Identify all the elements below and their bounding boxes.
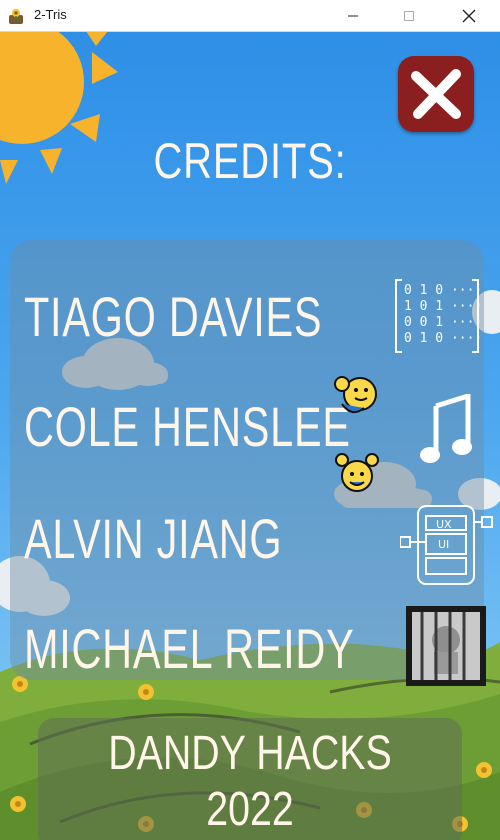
flying-mascot-icon-2: [335, 453, 379, 492]
svg-text:UX: UX: [436, 518, 452, 531]
close-x-icon: [411, 69, 461, 119]
binary-code-icon: 0 1 0 ···· 0 1 0 1 ···· 1 0 0 1 ···· 0 0…: [395, 279, 482, 353]
footer-event-name: DANDY HACKS: [108, 727, 392, 780]
svg-text:1 0 1 ···· 1: 1 0 1 ···· 1: [404, 299, 482, 314]
app-icon: [9, 9, 23, 24]
close-window-button[interactable]: [446, 0, 492, 32]
minimize-button[interactable]: [330, 0, 376, 32]
maximize-button[interactable]: [386, 0, 432, 32]
window-title: 2-Tris: [34, 7, 67, 22]
window-titlebar: 2-Tris: [0, 0, 500, 32]
credit-name-michael-reidy: MICHAEL REIDY: [24, 617, 355, 680]
minimize-icon: [348, 15, 358, 17]
close-icon: [462, 9, 476, 23]
credit-name-cole-henslee: COLE HENSLEE: [24, 395, 351, 458]
credit-name-alvin-jiang: ALVIN JIANG: [24, 507, 283, 570]
svg-text:0 1 0 ···· 1: 0 1 0 ···· 1: [404, 331, 482, 346]
footer-event-year: 2022: [206, 783, 294, 836]
music-note-icon: [420, 394, 472, 463]
credit-name-tiago-davies: TIAGO DAVIES: [24, 285, 323, 348]
ux-ui-tablet-icon: UX UI: [400, 505, 493, 585]
credits-heading: CREDITS:: [153, 133, 347, 189]
caged-character-art-icon: [406, 606, 486, 686]
flying-mascot-icon: [334, 376, 377, 414]
svg-text:UI: UI: [438, 538, 449, 551]
maximize-icon: [404, 11, 414, 21]
svg-text:0 0 1 ···· 0: 0 0 1 ···· 0: [404, 315, 482, 330]
credits-screen: CREDITS: TIAGO DAVIES COLE HENSLEE ALVIN…: [0, 32, 500, 840]
svg-text:0 1 0 ···· 0: 0 1 0 ···· 0: [404, 283, 482, 298]
footer-panel: DANDY HACKS 2022: [38, 718, 462, 840]
close-credits-button[interactable]: [398, 56, 474, 132]
